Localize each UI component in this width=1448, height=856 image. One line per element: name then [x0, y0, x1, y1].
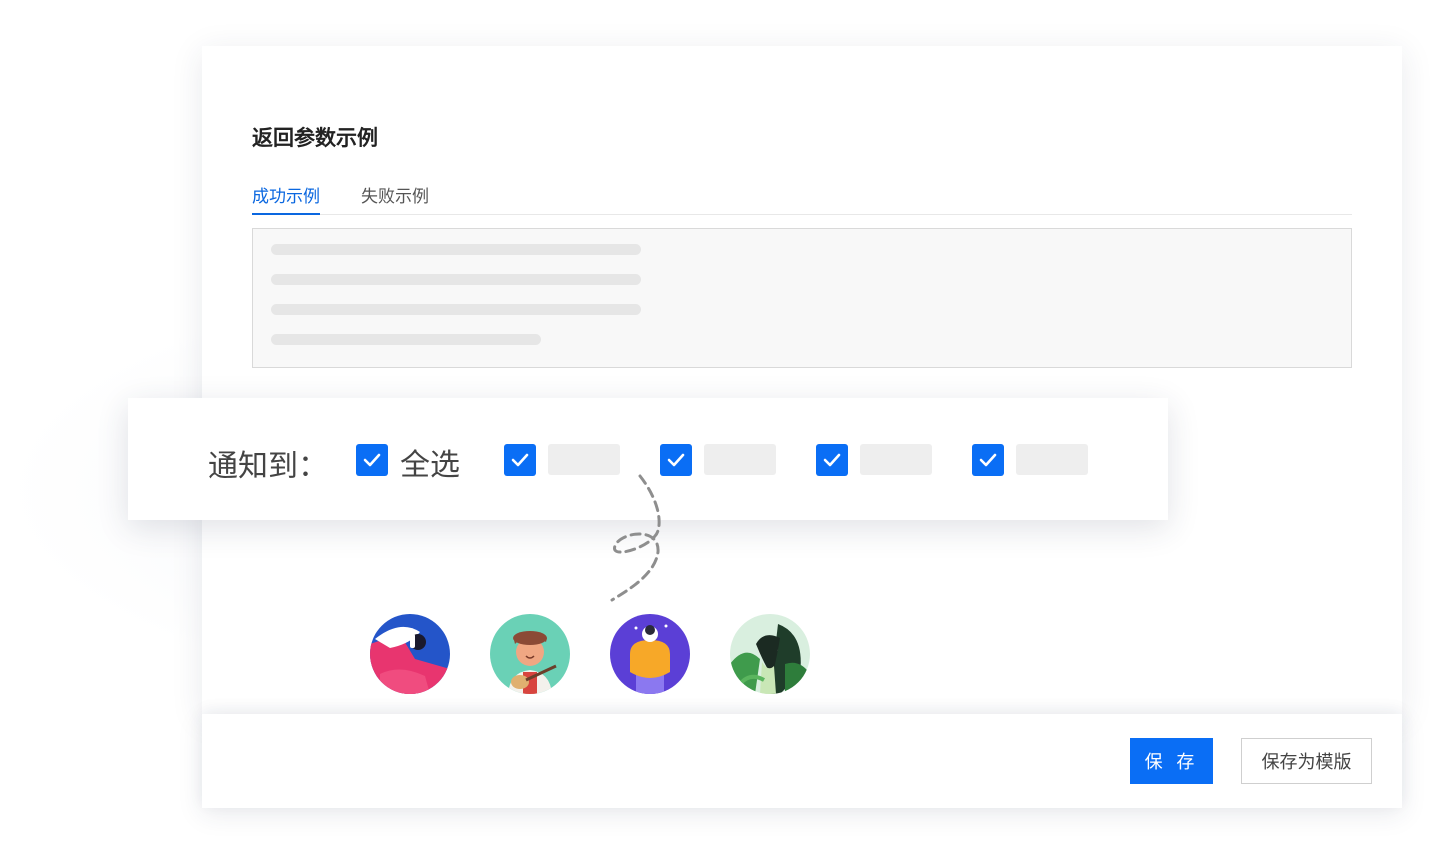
avatar-headphones-icon [370, 614, 450, 694]
recipient-checkbox[interactable] [972, 444, 1004, 476]
notify-label: 通知到： [208, 449, 328, 484]
select-all-checkbox[interactable] [356, 444, 388, 476]
save-button[interactable]: 保 存 [1130, 738, 1213, 784]
select-all-label[interactable]: 全选 [400, 440, 460, 484]
check-icon [823, 453, 841, 467]
placeholder-line [271, 304, 641, 315]
tab-success-example[interactable]: 成功示例 [252, 182, 320, 215]
footer-action-bar: 保 存 保存为模版 [202, 714, 1402, 808]
avatar-orange-sweater-icon [610, 614, 690, 694]
section-title: 返回参数示例 [252, 126, 378, 150]
avatar-forest-woman-icon [730, 614, 810, 694]
recipient-name-placeholder [1016, 444, 1088, 475]
placeholder-line [271, 244, 641, 255]
recipient-name-placeholder [704, 444, 776, 475]
recipient-checkbox[interactable] [660, 444, 692, 476]
check-icon [667, 453, 685, 467]
api-settings-card: 返回参数示例 成功示例 失败示例 [202, 46, 1402, 714]
placeholder-line [271, 334, 541, 345]
recipient-checkbox[interactable] [504, 444, 536, 476]
recipient-name-placeholder [548, 444, 620, 475]
response-example-box[interactable] [252, 228, 1352, 368]
tab-failure-example[interactable]: 失败示例 [361, 182, 429, 213]
example-tabs: 成功示例 失败示例 [252, 182, 1352, 215]
check-icon [511, 453, 529, 467]
check-icon [979, 453, 997, 467]
recipient-name-placeholder [860, 444, 932, 475]
save-as-template-button[interactable]: 保存为模版 [1241, 738, 1372, 784]
recipient-checkbox[interactable] [816, 444, 848, 476]
avatar-guitar-player-icon [490, 614, 570, 694]
dashed-connector-curve [610, 474, 661, 602]
check-icon [363, 453, 381, 467]
placeholder-line [271, 274, 641, 285]
